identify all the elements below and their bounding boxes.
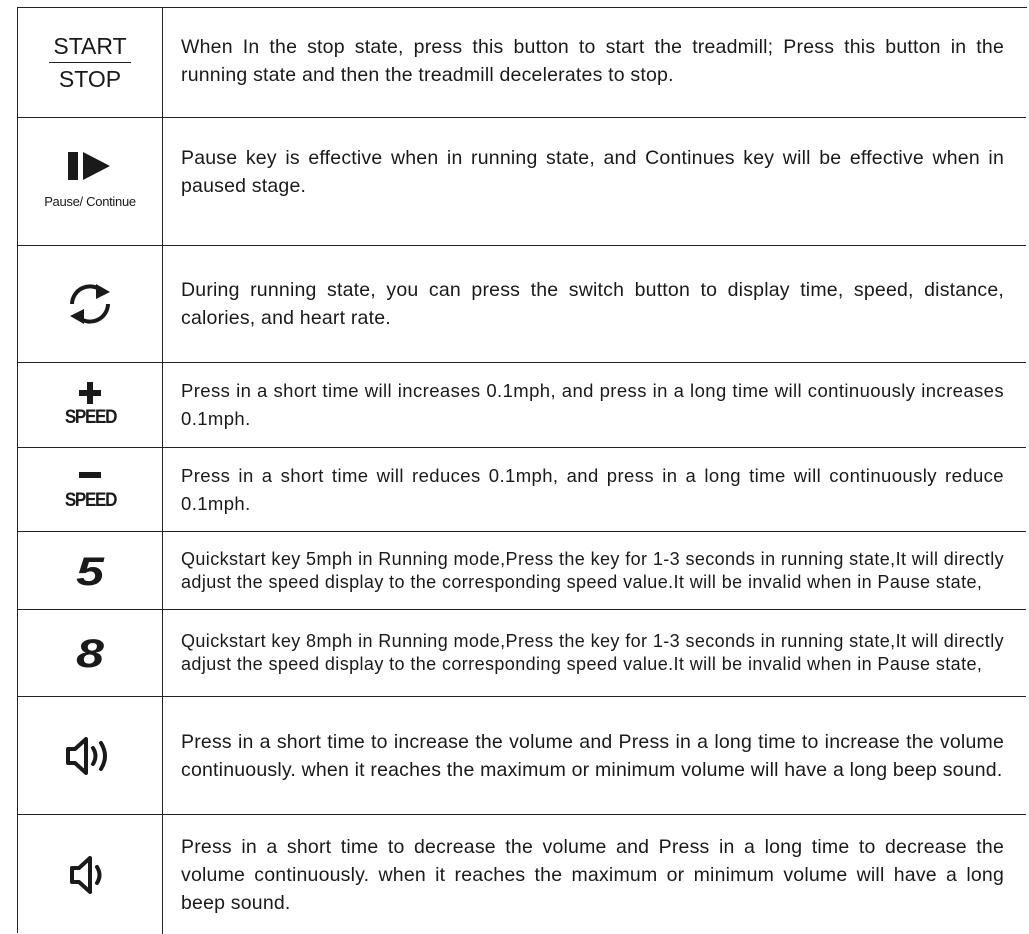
stop-label: STOP: [58, 66, 122, 93]
speed-up-label: SPEED: [64, 407, 117, 428]
table-row: 8 Quickstart key 8mph in Running mode,Pr…: [18, 610, 1026, 697]
icon-cell: 5: [18, 532, 163, 609]
description-text: Press in a short time will reduces 0.1mp…: [181, 464, 1004, 514]
description-cell: Press in a short time to increase the vo…: [163, 697, 1026, 814]
start-stop-key: START STOP: [49, 31, 131, 95]
icon-cell: SPEED: [18, 448, 163, 531]
icon-cell: START STOP: [18, 8, 163, 117]
volume-down-icon: [70, 855, 102, 894]
button-function-table: START STOP When In the stop state, press…: [17, 7, 1027, 934]
description-text: Quickstart key 5mph in Running mode,Pres…: [181, 548, 1004, 592]
pause-continue-icon: [68, 152, 110, 180]
description-cell: Quickstart key 5mph in Running mode,Pres…: [163, 532, 1026, 609]
volume-up-icon: [66, 736, 107, 775]
description-text: Press in a short time to increase the vo…: [181, 730, 1004, 781]
icon-cell: [18, 697, 163, 814]
switch-icon: [70, 284, 110, 324]
description-text: Press in a short time to decrease the vo…: [181, 835, 1004, 914]
icon-cell: 8: [18, 610, 163, 696]
description-cell: Pause key is effective when in running s…: [163, 118, 1026, 245]
table-row: START STOP When In the stop state, press…: [18, 8, 1026, 118]
description-text: Quickstart key 8mph in Running mode,Pres…: [181, 631, 1004, 674]
quickstart-5-key: 5: [76, 554, 105, 588]
description-cell: Press in a short time will increases 0.1…: [163, 363, 1026, 447]
icon-cell: Pause/ Continue: [18, 118, 163, 245]
plus-icon: [79, 382, 101, 404]
description-text: Press in a short time will increases 0.1…: [181, 380, 1004, 429]
pause-continue-label: Pause/ Continue: [44, 194, 136, 209]
description-cell: When In the stop state, press this butto…: [163, 8, 1026, 117]
icon-cell: [18, 815, 163, 934]
speed-down-label: SPEED: [64, 489, 117, 511]
description-cell: Press in a short time will reduces 0.1mp…: [163, 448, 1026, 531]
divider: [49, 61, 131, 64]
minus-icon: [79, 471, 101, 478]
icon-cell: [18, 246, 163, 362]
table-row: 5 Quickstart key 5mph in Running mode,Pr…: [18, 532, 1026, 610]
quickstart-5-digit: 5: [76, 554, 105, 588]
table-row: Pause/ Continue Pause key is effective w…: [18, 118, 1026, 246]
description-cell: Quickstart key 8mph in Running mode,Pres…: [163, 610, 1026, 696]
table-row: Press in a short time to decrease the vo…: [18, 815, 1026, 934]
quickstart-8-key: 8: [76, 636, 105, 670]
table-row: During running state, you can press the …: [18, 246, 1026, 363]
description-cell: Press in a short time to decrease the vo…: [163, 815, 1026, 934]
table-row: Press in a short time to increase the vo…: [18, 697, 1026, 815]
table-row: SPEED Press in a short time will increas…: [18, 363, 1026, 448]
quickstart-8-digit: 8: [76, 636, 105, 670]
description-text: When In the stop state, press this butto…: [181, 36, 1004, 86]
table-row: SPEED Press in a short time will reduces…: [18, 448, 1026, 532]
start-label: START: [53, 32, 127, 59]
description-text: During running state, you can press the …: [181, 279, 1004, 329]
icon-cell: SPEED: [18, 363, 163, 447]
description-cell: During running state, you can press the …: [163, 246, 1026, 362]
description-text: Pause key is effective when in running s…: [181, 147, 1004, 197]
